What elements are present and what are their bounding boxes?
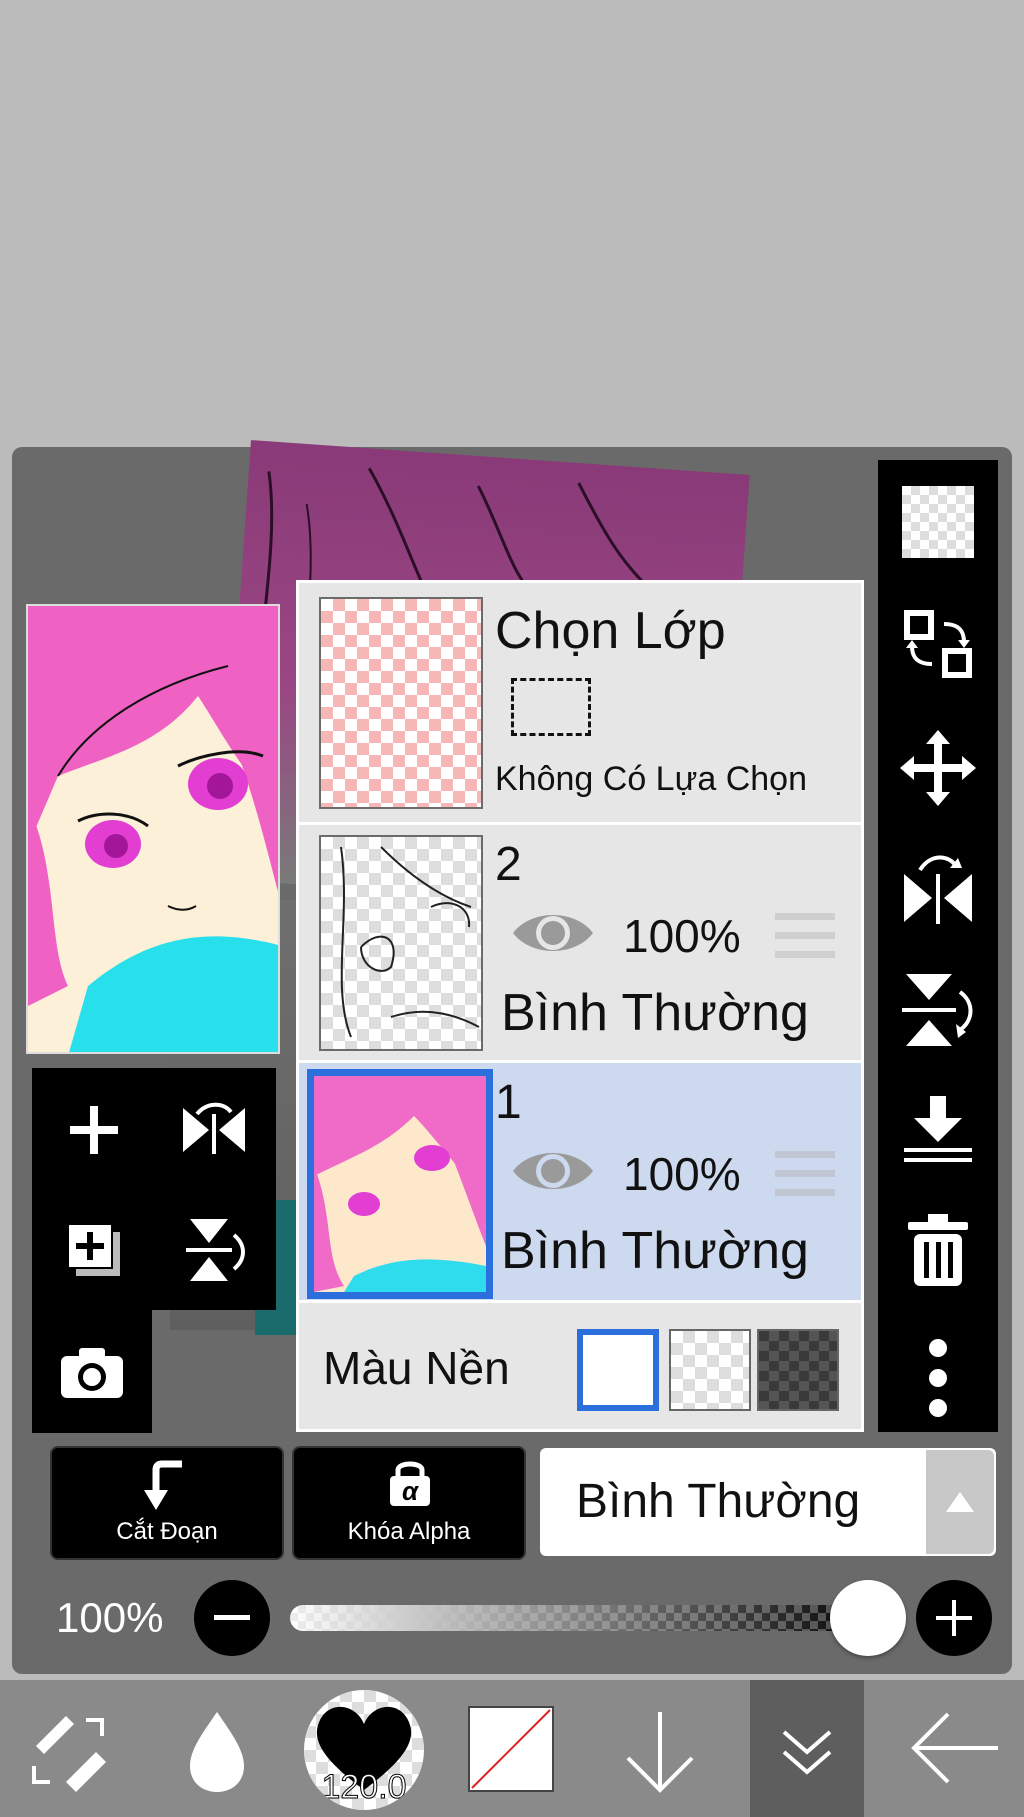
swap-icon[interactable] [900, 606, 976, 687]
layer-thumbnail [307, 1069, 493, 1299]
blend-mode-value: Bình Thường [576, 1475, 861, 1528]
background-color-row: Màu Nền [299, 1303, 861, 1429]
clipping-arrow-icon [144, 1460, 192, 1517]
selection-marquee-icon [511, 678, 591, 736]
layer-name: 2 [495, 838, 522, 891]
minus-icon [214, 1615, 250, 1620]
add-layer-icon[interactable] [54, 1090, 134, 1170]
arrow-down-icon[interactable] [622, 1708, 698, 1799]
back-arrow-icon[interactable] [908, 1708, 1000, 1793]
left-layer-tools-camera [32, 1310, 152, 1433]
layer-opacity: 100% [623, 1148, 741, 1200]
clipping-button[interactable]: Cắt Đoạn [50, 1446, 284, 1560]
flip-layer-vertical-icon[interactable] [174, 1210, 254, 1290]
layer-row[interactable]: 2 100% Bình Thường [299, 825, 861, 1063]
layer-row-selected[interactable]: 1 100% Bình Thường [299, 1063, 861, 1303]
selection-layer-title: Chọn Lớp [495, 602, 726, 660]
opacity-slider-knob[interactable] [830, 1580, 906, 1656]
add-from-canvas-icon[interactable] [54, 1210, 134, 1290]
selection-status: Không Có Lựa Chọn [495, 760, 807, 798]
left-layer-tools [32, 1068, 276, 1310]
canvas-preview-thumbnail [26, 604, 280, 1054]
flip-horizontal-icon[interactable] [900, 848, 976, 933]
drag-handle-icon[interactable] [775, 911, 835, 966]
opacity-slider-track[interactable] [290, 1605, 880, 1631]
camera-icon[interactable] [52, 1332, 132, 1412]
more-icon[interactable] [926, 1338, 950, 1423]
layer-list: Chọn Lớp Không Có Lựa Chọn 2 100% Bình T… [296, 580, 864, 1432]
eye-icon[interactable] [511, 905, 595, 966]
checker-icon[interactable] [902, 486, 974, 558]
selection-layer-row[interactable]: Chọn Lớp Không Có Lựa Chọn [299, 583, 861, 825]
color-drop-icon[interactable] [186, 1708, 248, 1799]
merge-down-icon[interactable] [900, 1092, 976, 1173]
drag-handle-icon[interactable] [775, 1149, 835, 1204]
selection-layer-thumbnail [319, 597, 483, 809]
background-transparent-option[interactable] [669, 1329, 751, 1411]
layer-name: 1 [495, 1076, 522, 1129]
background-white-option[interactable] [577, 1329, 659, 1411]
eye-icon[interactable] [511, 1143, 595, 1204]
opacity-decrease-button[interactable] [194, 1580, 270, 1656]
brush-size-value: 120.0 [321, 1768, 407, 1807]
clipping-label: Cắt Đoạn [116, 1518, 218, 1545]
layer-blend-mode: Bình Thường [501, 1222, 809, 1280]
move-icon[interactable] [900, 730, 976, 811]
opacity-label: 100% [56, 1594, 164, 1641]
swap-brush-eraser-icon[interactable] [26, 1706, 112, 1797]
alpha-lock-button[interactable]: α Khóa Alpha [292, 1446, 526, 1560]
flip-vertical-icon[interactable] [900, 970, 976, 1055]
background-dark-option[interactable] [757, 1329, 839, 1411]
blend-mode-dropdown-button[interactable] [926, 1450, 994, 1554]
chevron-down-double-icon[interactable] [778, 1722, 836, 1783]
brush-size-button[interactable]: 120.0 [304, 1690, 424, 1810]
lock-icon: α [386, 1456, 434, 1508]
layer-opacity: 100% [623, 910, 741, 962]
opacity-increase-button[interactable] [916, 1580, 992, 1656]
triangle-up-icon [946, 1492, 974, 1512]
layer-thumbnail [319, 835, 483, 1051]
trash-icon[interactable] [904, 1212, 972, 1293]
alpha-lock-label: Khóa Alpha [347, 1518, 471, 1545]
layer-blend-mode: Bình Thường [501, 984, 809, 1042]
background-label: Màu Nền [323, 1342, 510, 1394]
alpha-symbol: α [401, 1476, 419, 1506]
right-toolbar [878, 460, 998, 1432]
color-swatch-icon[interactable] [468, 1706, 554, 1792]
flip-layer-horizontal-icon[interactable] [174, 1090, 254, 1170]
plus-icon [936, 1600, 972, 1636]
